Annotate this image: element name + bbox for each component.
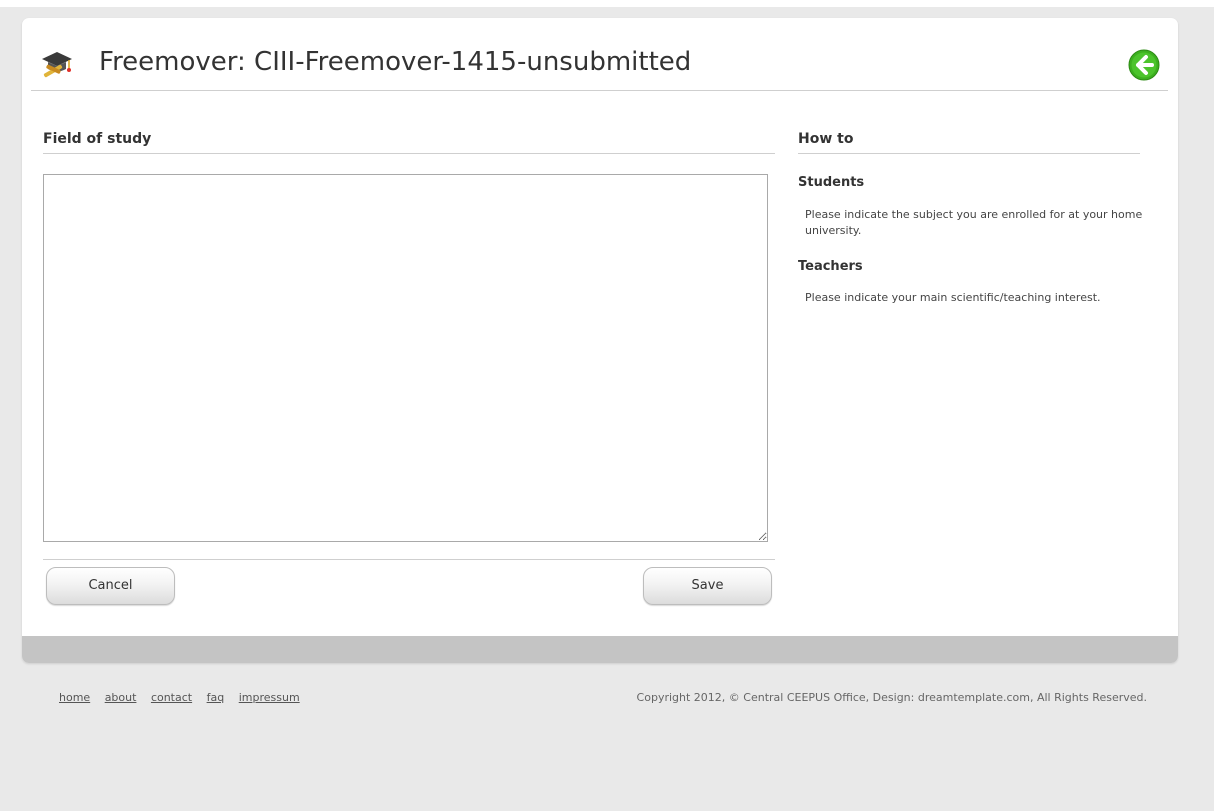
teachers-text: Please indicate your main scientific/tea… (805, 291, 1101, 304)
footer-link-home[interactable]: home (59, 691, 90, 704)
top-strip (0, 0, 1214, 7)
howto-heading: How to (798, 131, 1140, 154)
footer-link-faq[interactable]: faq (207, 691, 225, 704)
footer-link-impressum[interactable]: impressum (239, 691, 300, 704)
students-heading: Students (798, 175, 865, 190)
cancel-button[interactable]: Cancel (46, 567, 175, 605)
form-divider (43, 559, 775, 560)
students-text: Please indicate the subject you are enro… (805, 208, 1143, 237)
page-header: Freemover: CIII-Freemover-1415-unsubmitt… (31, 18, 1168, 91)
footer-link-about[interactable]: about (105, 691, 137, 704)
panel-bottom-bar (22, 636, 1178, 663)
save-button[interactable]: Save (643, 567, 772, 605)
back-arrow-icon[interactable] (1128, 49, 1160, 81)
footer-link-contact[interactable]: contact (151, 691, 192, 704)
copyright-text: Copyright 2012, © Central CEEPUS Office,… (636, 691, 1147, 704)
graduation-cap-icon (40, 48, 74, 80)
main-panel: Freemover: CIII-Freemover-1415-unsubmitt… (22, 18, 1178, 663)
footer-links: home about contact faq impressum (59, 691, 311, 704)
page-title: Freemover: CIII-Freemover-1415-unsubmitt… (99, 47, 692, 77)
teachers-heading: Teachers (798, 259, 863, 274)
field-of-study-heading: Field of study (43, 131, 775, 154)
field-of-study-textarea[interactable] (43, 174, 768, 542)
